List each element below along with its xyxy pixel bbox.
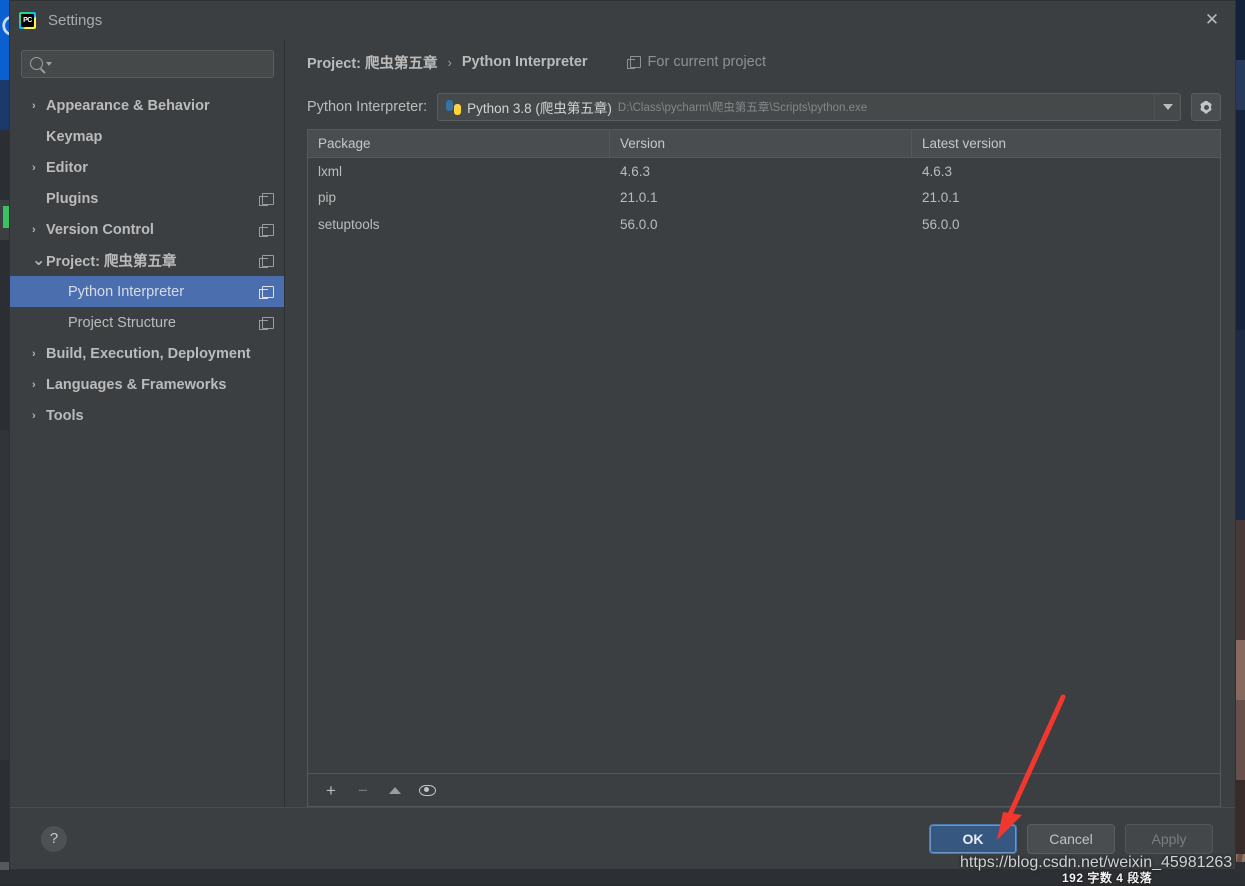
main-panel: Project: 爬虫第五章 › Python Interpreter For …	[285, 39, 1235, 807]
interpreter-name: Python 3.8 (爬虫第五章)	[467, 97, 612, 117]
interpreter-select[interactable]: Python 3.8 (爬虫第五章) D:\Class\pycharm\爬虫第五…	[437, 93, 1181, 121]
sidebar-item-label: Build, Execution, Deployment	[46, 346, 251, 362]
cell-package: lxml	[308, 164, 610, 179]
sidebar-item-label: Editor	[46, 160, 88, 176]
sidebar-item-label: Plugins	[46, 191, 98, 207]
sidebar-item-label: Project Structure	[68, 315, 176, 331]
breadcrumb-separator: ›	[448, 55, 452, 70]
search-input[interactable]	[52, 56, 252, 73]
pycharm-icon	[19, 12, 36, 29]
eye-icon	[419, 785, 436, 796]
settings-tree: ›Appearance & BehaviorKeymap›EditorPlugi…	[10, 90, 284, 807]
project-scope-icon	[262, 286, 274, 298]
scope-indicator: For current project	[630, 54, 766, 70]
ok-button[interactable]: OK	[929, 824, 1017, 854]
sidebar-item-label: Keymap	[46, 129, 102, 145]
sidebar-item-label: Tools	[46, 408, 84, 424]
cell-version: 56.0.0	[610, 217, 912, 232]
interpreter-row: Python Interpreter: Python 3.8 (爬虫第五章) D…	[307, 85, 1221, 129]
sidebar-item-python-interpreter[interactable]: Python Interpreter	[10, 276, 284, 307]
cell-version: 4.6.3	[610, 164, 912, 179]
column-header-latest-version[interactable]: Latest version	[912, 130, 1220, 157]
add-package-button[interactable]: +	[320, 779, 342, 801]
sidebar-item-editor[interactable]: ›Editor	[10, 152, 284, 183]
cell-package: pip	[308, 190, 610, 205]
sidebar-item-keymap[interactable]: Keymap	[10, 121, 284, 152]
apply-button: Apply	[1125, 824, 1213, 854]
column-header-version[interactable]: Version	[610, 130, 912, 157]
breadcrumb-root[interactable]: Project: 爬虫第五章	[307, 52, 438, 73]
chevron-right-icon[interactable]: ›	[32, 410, 46, 422]
cell-latest: 56.0.0	[912, 217, 1220, 232]
cell-latest: 4.6.3	[912, 164, 1220, 179]
remove-package-button: −	[352, 779, 374, 801]
search-box[interactable]	[21, 50, 274, 78]
sidebar-item-label: Python Interpreter	[68, 284, 184, 300]
copy-scope-icon	[630, 56, 641, 68]
project-scope-icon	[262, 255, 274, 267]
sidebar-item-label: Project: 爬虫第五章	[46, 250, 177, 271]
chevron-right-icon[interactable]: ›	[32, 100, 46, 112]
chevron-right-icon[interactable]: ›	[32, 162, 46, 174]
table-row[interactable]: lxml4.6.34.6.3	[308, 158, 1220, 185]
chevron-down-icon	[46, 62, 52, 66]
gear-icon	[1200, 101, 1213, 114]
scope-label: For current project	[648, 54, 766, 70]
help-button[interactable]: ?	[41, 826, 67, 852]
cell-version: 21.0.1	[610, 190, 912, 205]
settings-dialog: Settings ✕ ›Appearance & BehaviorKeymap›…	[9, 0, 1236, 870]
sidebar-search-wrap	[10, 39, 284, 78]
chevron-right-icon[interactable]: ›	[32, 348, 46, 360]
project-scope-icon	[262, 193, 274, 205]
project-scope-icon	[262, 224, 274, 236]
sidebar-item-tools[interactable]: ›Tools	[10, 400, 284, 431]
sidebar-item-plugins[interactable]: Plugins	[10, 183, 284, 214]
sidebar-item-project[interactable]: ⌄Project: 爬虫第五章	[10, 245, 284, 276]
breadcrumb: Project: 爬虫第五章 › Python Interpreter For …	[307, 39, 1221, 85]
interpreter-dropdown-arrow[interactable]	[1154, 94, 1180, 120]
dialog-body: ›Appearance & BehaviorKeymap›EditorPlugi…	[10, 39, 1235, 807]
sidebar-item-languages-frameworks[interactable]: ›Languages & Frameworks	[10, 369, 284, 400]
packages-table: Package Version Latest version lxml4.6.3…	[307, 129, 1221, 807]
sidebar-item-label: Version Control	[46, 222, 154, 238]
chevron-down-icon[interactable]: ⌄	[32, 257, 46, 265]
column-header-package[interactable]: Package	[308, 130, 610, 157]
sidebar-item-build-execution-deployment[interactable]: ›Build, Execution, Deployment	[10, 338, 284, 369]
sidebar-item-label: Languages & Frameworks	[46, 377, 227, 393]
project-scope-icon	[262, 317, 274, 329]
close-icon[interactable]: ✕	[1189, 1, 1235, 39]
cell-latest: 21.0.1	[912, 190, 1220, 205]
packages-table-header: Package Version Latest version	[308, 130, 1220, 158]
upgrade-package-button	[384, 779, 406, 801]
show-early-releases-button[interactable]	[416, 779, 438, 801]
search-icon	[30, 57, 43, 70]
csdn-watermark: https://blog.csdn.net/weixin_45981263	[960, 854, 1232, 872]
triangle-up-icon	[389, 787, 401, 794]
python-icon	[446, 100, 461, 115]
packages-table-toolbar: +−	[308, 773, 1220, 806]
interpreter-label: Python Interpreter:	[307, 99, 427, 115]
sidebar-item-version-control[interactable]: ›Version Control	[10, 214, 284, 245]
sidebar-item-appearance-behavior[interactable]: ›Appearance & Behavior	[10, 90, 284, 121]
cell-package: setuptools	[308, 217, 610, 232]
cancel-button[interactable]: Cancel	[1027, 824, 1115, 854]
chevron-down-icon	[1163, 104, 1173, 110]
breadcrumb-current: Python Interpreter	[462, 54, 588, 70]
sidebar-item-label: Appearance & Behavior	[46, 98, 210, 114]
chevron-right-icon[interactable]: ›	[32, 224, 46, 236]
chevron-right-icon[interactable]: ›	[32, 379, 46, 391]
table-row[interactable]: setuptools56.0.056.0.0	[308, 211, 1220, 238]
settings-sidebar: ›Appearance & BehaviorKeymap›EditorPlugi…	[10, 39, 285, 807]
sidebar-item-project-structure[interactable]: Project Structure	[10, 307, 284, 338]
table-row[interactable]: pip21.0.121.0.1	[308, 185, 1220, 212]
interpreter-settings-button[interactable]	[1191, 93, 1221, 121]
dialog-titlebar: Settings ✕	[10, 1, 1235, 39]
dialog-action-buttons: OK Cancel Apply	[929, 824, 1213, 854]
dialog-title: Settings	[48, 12, 102, 29]
packages-table-body: lxml4.6.34.6.3pip21.0.121.0.1setuptools5…	[308, 158, 1220, 773]
interpreter-path: D:\Class\pycharm\爬虫第五章\Scripts\python.ex…	[618, 99, 867, 115]
